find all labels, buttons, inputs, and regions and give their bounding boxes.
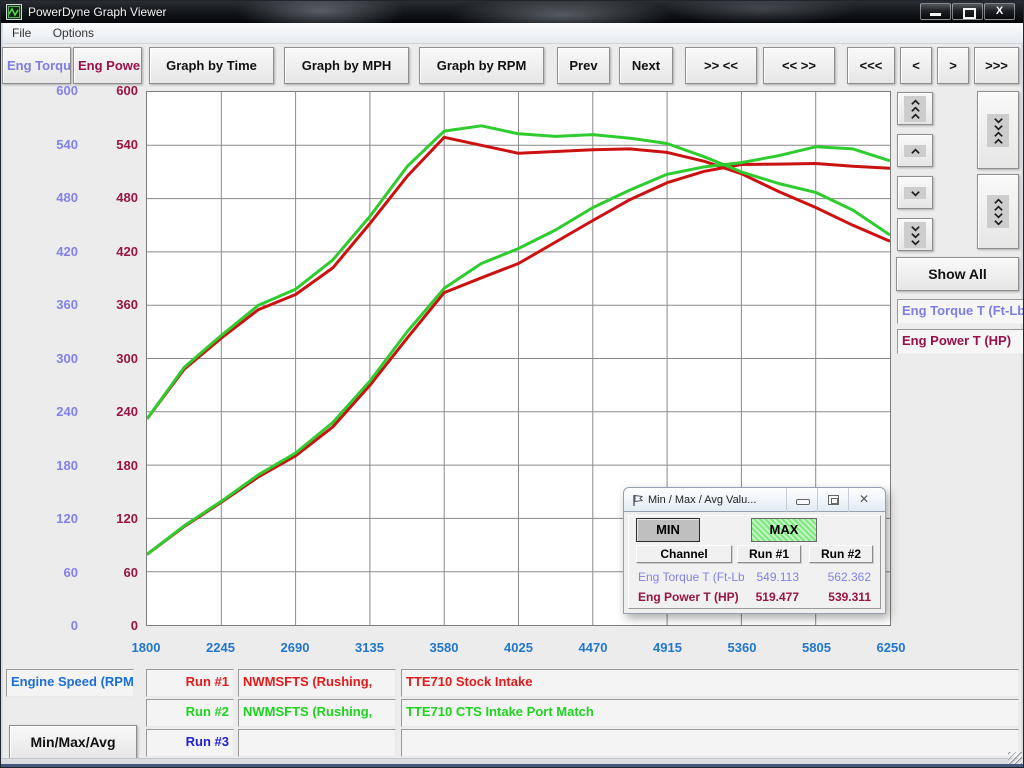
power-y-tick-label: 480 [67,190,138,205]
row-power-run1-value: 519.477 [737,590,799,604]
rpm-x-tick-label: 2690 [281,640,310,655]
power-y-tick-label: 540 [67,137,138,152]
power-y-tick-label: 600 [67,83,138,98]
y-scale-collapse-button[interactable] [977,91,1019,169]
power-y-tick-label: 420 [67,244,138,259]
triple-chevron-down-icon [904,222,926,248]
channel-button-torque[interactable]: Eng Torque [2,47,71,84]
minimize-icon [930,13,941,16]
column-header-channel[interactable]: Channel [636,545,732,563]
rpm-x-tick-label: 5805 [802,640,831,655]
power-y-tick-label: 0 [67,618,138,633]
rpm-x-tick-label: 1800 [132,640,161,655]
app-window: PowerDyne Graph Viewer X File Options En… [0,0,1024,768]
run1-description: TTE710 Stock Intake [401,669,1019,697]
scroll-left-button[interactable]: < [900,47,932,84]
power-y-tick-label: 60 [67,565,138,580]
y-scroll-up-button[interactable] [897,134,933,167]
row-power-channel: Eng Power T (HP) [638,590,744,604]
power-y-tick-label: 120 [67,511,138,526]
rpm-x-tick-label: 4025 [504,640,533,655]
rpm-x-tick-label: 6250 [877,640,906,655]
chevron-up-icon [904,145,926,157]
window-border-bottom [1,764,1023,767]
run2-label: Run #2 [146,699,234,727]
torque-channel-label: Eng Torque T (Ft-Lbs) [897,299,1024,324]
rpm-x-tick-label: 4915 [653,640,682,655]
minmax-restore-button[interactable] [817,488,848,512]
minmaxavg-button[interactable]: Min/Max/Avg [9,725,137,759]
rpm-x-tick-label: 2245 [206,640,235,655]
run3-file-name [238,729,396,757]
row-torque-channel: Eng Torque T (Ft-Lbs) [638,570,744,584]
triple-chevron-up-icon [904,96,926,122]
run3-description [401,729,1019,757]
zoom-in-x-button[interactable]: >> << [685,47,757,84]
power-channel-label: Eng Power T (HP) [897,329,1024,354]
minmax-window: Min / Max / Avg Valu... ✕ MIN MAX Channe… [623,487,886,614]
zoom-out-x-button[interactable]: << >> [763,47,835,84]
channel-button-power[interactable]: Eng Power [73,47,142,84]
minmax-window-title: Min / Max / Avg Valu... [648,494,756,506]
row-torque-run1-value: 549.113 [737,570,799,584]
rpm-x-tick-label: 3135 [355,640,384,655]
y-scroll-down-button[interactable] [897,176,933,209]
expand-chevrons-icon [987,195,1009,228]
minimize-icon [796,499,810,505]
title-bar[interactable]: PowerDyne Graph Viewer X [1,1,1023,23]
minmax-window-body: MIN MAX Channel Run #1 Run #2 Eng Torque… [623,512,886,614]
run3-label: Run #3 [146,729,234,757]
chevron-down-icon [904,187,926,199]
app-icon [6,4,22,20]
y-scroll-down-fast-button[interactable] [897,218,933,251]
minmax-window-titlebar[interactable]: Min / Max / Avg Valu... ✕ [623,487,886,512]
resize-grip[interactable] [1008,752,1022,764]
window-title: PowerDyne Graph Viewer [28,5,167,19]
column-header-run1[interactable]: Run #1 [737,545,801,563]
close-icon: X [985,5,1014,17]
maximize-button[interactable] [952,3,983,20]
show-all-button[interactable]: Show All [896,257,1019,291]
close-icon: ✕ [849,492,879,506]
minimize-button[interactable] [920,3,951,20]
menu-bar: File Options [3,23,1023,44]
graph-by-rpm-button[interactable]: Graph by RPM [419,47,544,84]
power-y-tick-label: 360 [67,297,138,312]
menu-item-file[interactable]: File [3,23,40,40]
maximize-icon [963,8,976,19]
minmax-window-icon [632,494,644,507]
y-scale-expand-button[interactable] [977,174,1019,249]
row-torque-run2-value: 562.362 [809,570,871,584]
rpm-x-tick-label: 5360 [728,640,757,655]
collapse-chevrons-icon [987,114,1009,147]
run2-file-name: NWMSFTS (Rushing, [238,699,396,727]
power-y-tick-label: 180 [67,458,138,473]
minmax-minimize-button[interactable] [786,488,817,512]
restore-icon [828,495,839,505]
rpm-x-tick-label: 4470 [579,640,608,655]
y-scroll-up-fast-button[interactable] [897,92,933,125]
run2-description: TTE710 CTS Intake Port Match [401,699,1019,727]
min-toggle-button[interactable]: MIN [636,518,700,542]
prev-button[interactable]: Prev [557,47,610,84]
minmax-close-button[interactable]: ✕ [848,488,879,512]
rpm-x-tick-label: 3580 [430,640,459,655]
scroll-right-fast-button[interactable]: >>> [974,47,1019,84]
power-y-tick-label: 300 [67,351,138,366]
menu-item-options[interactable]: Options [44,23,103,40]
power-y-tick-label: 240 [67,404,138,419]
close-button[interactable]: X [984,3,1015,20]
x-axis-channel-label: Engine Speed (RPM) [6,669,134,697]
graph-by-time-button[interactable]: Graph by Time [149,47,274,84]
column-header-run2[interactable]: Run #2 [809,545,873,563]
scroll-left-fast-button[interactable]: <<< [847,47,895,84]
scroll-right-button[interactable]: > [937,47,969,84]
next-button[interactable]: Next [619,47,673,84]
max-toggle-button[interactable]: MAX [751,518,817,542]
run1-label: Run #1 [146,669,234,697]
graph-by-mph-button[interactable]: Graph by MPH [284,47,409,84]
run1-file-name: NWMSFTS (Rushing, [238,669,396,697]
row-power-run2-value: 539.311 [809,590,871,604]
